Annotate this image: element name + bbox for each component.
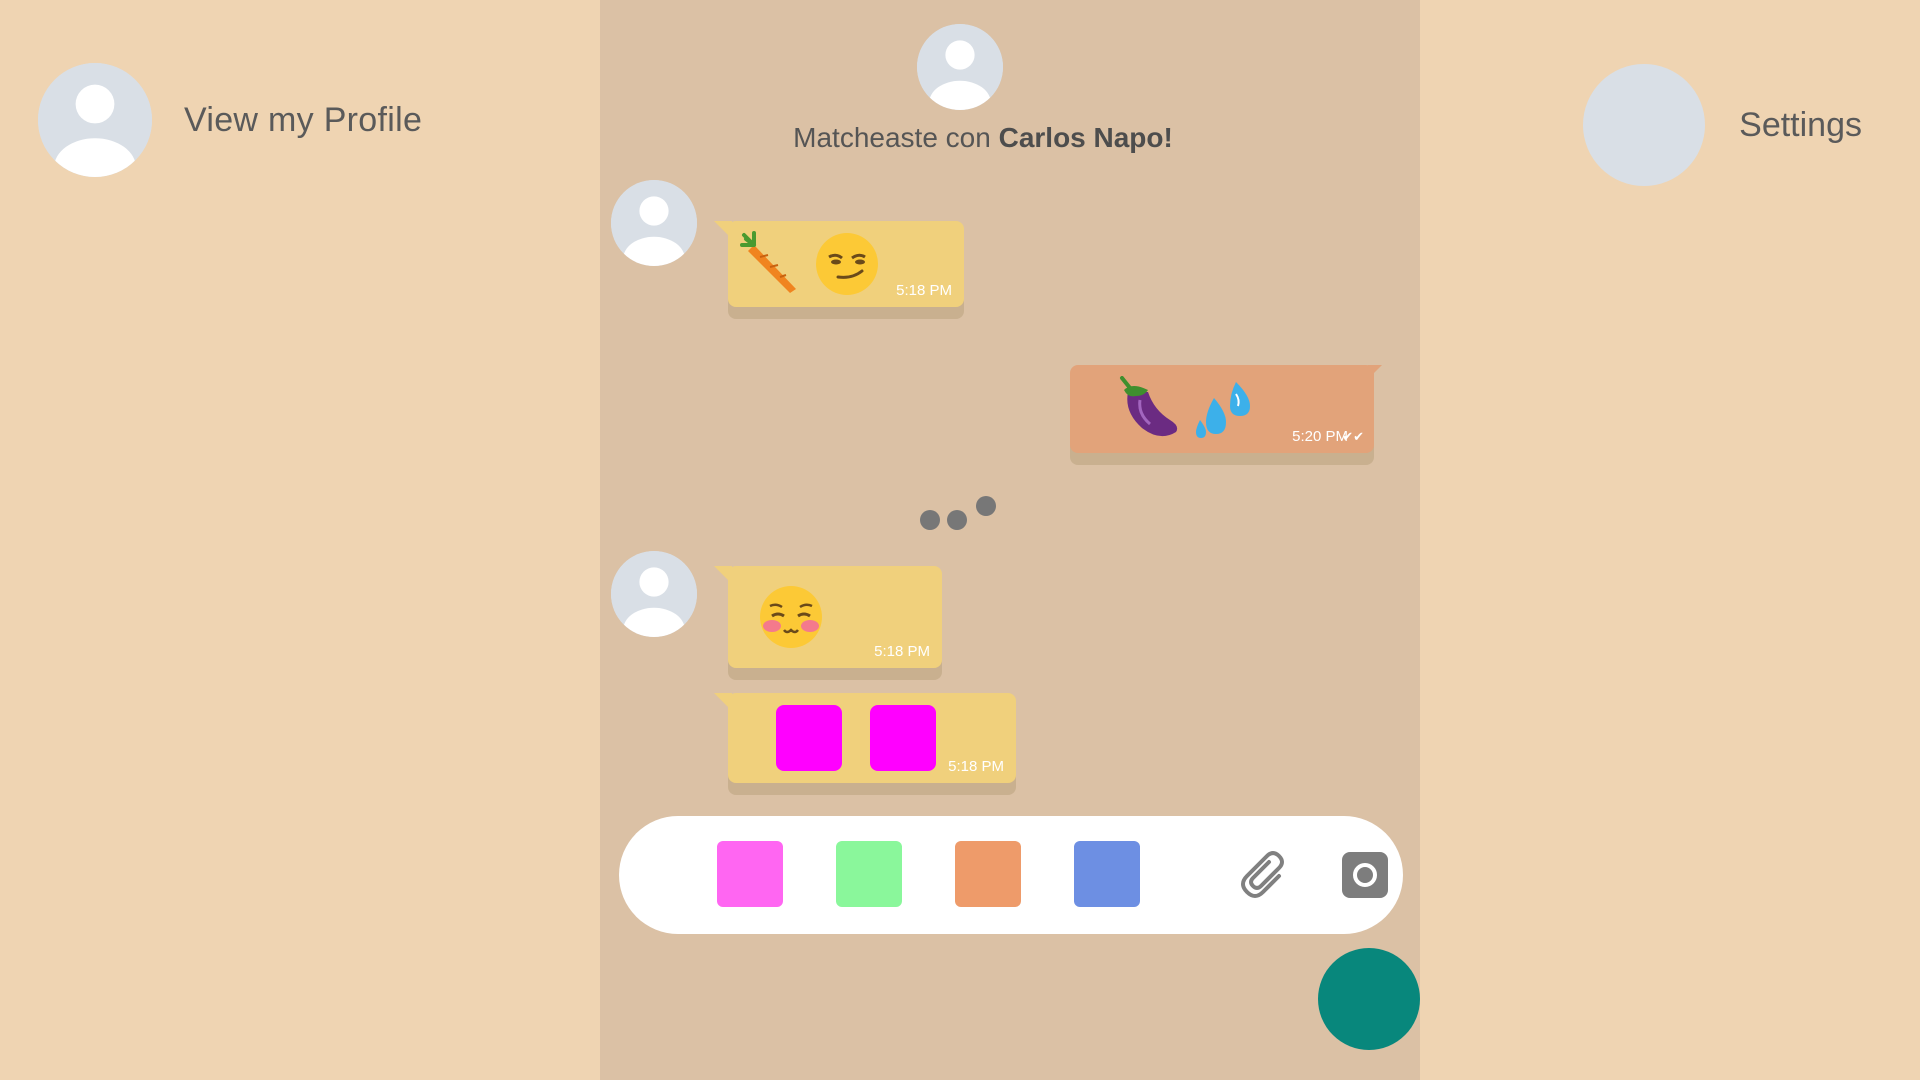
eggplant-icon bbox=[1118, 376, 1184, 442]
message-bubble[interactable]: 5:18 PM bbox=[714, 221, 964, 319]
settings-avatar-icon[interactable] bbox=[1583, 64, 1706, 186]
bubble-tail bbox=[714, 566, 732, 584]
send-button[interactable] bbox=[1318, 948, 1420, 1050]
message-bubble[interactable]: 5:20 PM ✔✔ bbox=[1070, 365, 1382, 465]
color-swatch-blue[interactable] bbox=[1074, 841, 1140, 907]
bubble-tail bbox=[714, 693, 732, 711]
chat-panel: Matcheaste con Carlos Napo! 5:18 PM 5:20… bbox=[600, 0, 1420, 1080]
sender-avatar-icon[interactable] bbox=[611, 551, 697, 637]
message-body: 5:18 PM bbox=[714, 566, 942, 668]
view-profile-label[interactable]: View my Profile bbox=[184, 101, 422, 140]
message-time: 5:18 PM bbox=[874, 643, 930, 660]
sticker-image[interactable] bbox=[870, 705, 936, 771]
message-input-bar bbox=[619, 816, 1403, 934]
message-bubble[interactable]: 5:18 PM bbox=[714, 566, 942, 680]
sticker-image[interactable] bbox=[776, 705, 842, 771]
message-time: 5:18 PM bbox=[948, 758, 1004, 775]
match-name: Carlos Napo! bbox=[998, 122, 1173, 153]
typing-indicator bbox=[920, 496, 1000, 536]
message-time: 5:18 PM bbox=[896, 282, 952, 299]
sender-avatar-icon[interactable] bbox=[611, 180, 697, 266]
message-body: 5:20 PM ✔✔ bbox=[1070, 365, 1382, 453]
message-body: 5:18 PM bbox=[714, 693, 1016, 783]
message-time: 5:20 PM bbox=[1292, 428, 1348, 445]
bubble-tail bbox=[714, 221, 732, 239]
view-profile-link[interactable]: View my Profile bbox=[38, 62, 422, 178]
user-avatar-icon[interactable] bbox=[38, 63, 152, 177]
color-swatch-green[interactable] bbox=[836, 841, 902, 907]
color-swatch-pink[interactable] bbox=[717, 841, 783, 907]
blushing-face-icon bbox=[758, 584, 824, 650]
settings-label[interactable]: Settings bbox=[1739, 106, 1862, 145]
color-swatch-orange[interactable] bbox=[955, 841, 1021, 907]
typing-dot bbox=[920, 510, 940, 530]
paperclip-icon[interactable] bbox=[1239, 850, 1291, 902]
message-bubble[interactable]: 5:18 PM bbox=[714, 693, 1016, 795]
message-body: 5:18 PM bbox=[714, 221, 964, 307]
match-prefix: Matcheaste con bbox=[793, 122, 991, 153]
match-header: Matcheaste con Carlos Napo! bbox=[600, 122, 1366, 154]
right-panel: Settings bbox=[1420, 0, 1920, 1080]
camera-icon[interactable] bbox=[1342, 852, 1388, 898]
carrot-icon bbox=[740, 231, 806, 297]
read-checkmarks-icon: ✔✔ bbox=[1342, 429, 1364, 444]
sweat-droplets-icon bbox=[1192, 376, 1258, 442]
smirking-face-icon bbox=[814, 231, 880, 297]
typing-dot bbox=[947, 510, 967, 530]
bubble-tail bbox=[1368, 365, 1382, 379]
match-avatar-icon[interactable] bbox=[917, 24, 1003, 110]
left-panel: View my Profile bbox=[0, 0, 600, 1080]
typing-dot bbox=[976, 496, 996, 516]
settings-link[interactable]: Settings bbox=[1583, 64, 1862, 186]
